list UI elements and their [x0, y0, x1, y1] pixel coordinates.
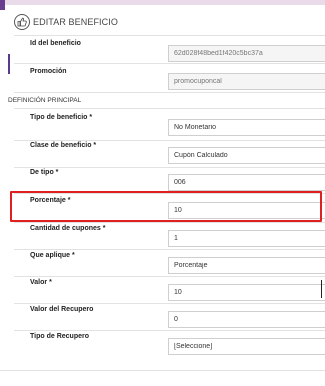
- field-label-valor: Valor *: [30, 279, 52, 286]
- field-label-tipo-beneficio: Tipo de beneficio *: [30, 114, 93, 121]
- que-aplique-select[interactable]: [168, 257, 325, 274]
- field-row-tipo-recupero: Tipo de Recupero: [14, 329, 325, 360]
- field-label-promocion: Promoción: [30, 68, 67, 75]
- field-label-de-tipo: De tipo *: [30, 169, 59, 176]
- cantidad-cupones-field[interactable]: [168, 230, 325, 247]
- field-label-valor-recupero: Valor del Recupero: [30, 306, 94, 313]
- section-title: DEFINICIÓN PRINCIPAL: [8, 97, 82, 104]
- valor-field[interactable]: [168, 284, 325, 301]
- valor-recupero-field[interactable]: [168, 311, 325, 328]
- field-label-id: Id del beneficio: [30, 40, 81, 47]
- field-label-que-aplique: Que aplique *: [30, 252, 75, 259]
- field-label-tipo-recupero: Tipo de Recupero: [30, 333, 89, 340]
- top-bar: [0, 0, 325, 5]
- sidebar-active-marker: [8, 54, 10, 74]
- top-accent: [0, 0, 5, 10]
- field-label-clase-beneficio: Clase de beneficio *: [30, 142, 97, 149]
- clase-beneficio-select[interactable]: [168, 147, 325, 164]
- field-row-tipo-beneficio: Tipo de beneficio *: [14, 110, 325, 141]
- bottom-divider: [0, 370, 325, 371]
- divider: [14, 108, 325, 109]
- de-tipo-field[interactable]: [168, 174, 325, 191]
- panel-header: EDITAR BENEFICIO: [14, 14, 118, 30]
- tipo-beneficio-select[interactable]: [168, 119, 325, 136]
- field-row-promocion: Promoción: [14, 64, 325, 95]
- tipo-recupero-select[interactable]: [168, 338, 325, 355]
- thumbs-up-icon: [14, 14, 30, 30]
- id-beneficio-field[interactable]: [168, 45, 325, 62]
- panel-title: EDITAR BENEFICIO: [33, 17, 118, 27]
- promocion-field[interactable]: [168, 73, 325, 90]
- field-label-cantidad-cupones: Cantidad de cupones *: [30, 225, 106, 232]
- text-cursor: [321, 280, 322, 298]
- divider: [14, 92, 325, 93]
- highlight-box: [10, 191, 322, 222]
